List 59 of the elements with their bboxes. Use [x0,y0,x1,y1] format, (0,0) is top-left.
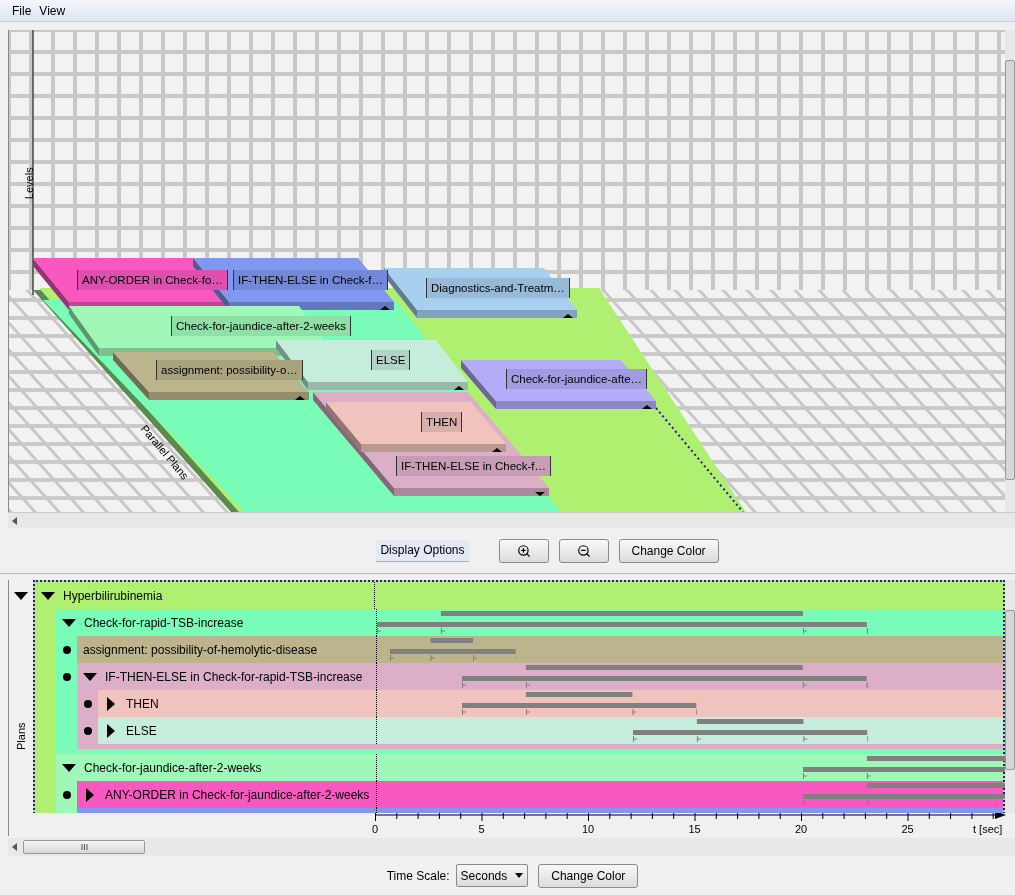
tick-label: 15 [688,822,701,837]
scrollbar-thumb[interactable] [23,840,145,854]
plan-name[interactable]: Hyperbilirubinemia [63,586,163,605]
horizontal-scrollbar[interactable] [8,838,1015,856]
left-arrow-icon[interactable] [12,516,17,525]
dropdown-caret-icon [515,873,524,878]
plan-name[interactable]: Check-for-jaundice-after-2-weeks [84,758,262,777]
plan-label[interactable]: IF-THEN-ELSE in Check-f… [233,270,389,290]
bullet-icon [83,727,92,735]
plan-name[interactable]: ANY-ORDER in Check-for-jaundice-after-2-weeks [105,785,370,804]
tick-label: 5 [478,822,485,837]
expand-triangle-icon[interactable] [107,723,115,738]
collapse-triangle-icon[interactable] [83,672,97,681]
vertical-scrollbar[interactable] [1005,580,1015,813]
zoom-out-icon [576,543,591,558]
change-color-button[interactable]: Change Color [538,863,639,888]
plan-label[interactable]: Diagnostics-and-Treatm… [426,278,570,298]
bullet-icon [62,791,71,799]
grip-icon [80,844,88,850]
display-options-button[interactable]: Display Options [376,539,469,562]
tick-label: 0 [371,822,379,837]
left-arrow-icon[interactable] [12,843,17,851]
plan-label[interactable]: IF-THEN-ELSE in Check-f… [396,456,552,476]
collapse-triangle-icon[interactable] [41,591,55,600]
plan-name[interactable]: Check-for-rapid-TSB-increase [84,613,244,632]
plan-label[interactable]: Check-for-jaundice-afte… [506,369,648,389]
zoom-out-button[interactable] [558,538,609,563]
change-color-button[interactable]: Change Color [618,538,719,563]
menu-item[interactable]: View [39,1,66,20]
plan-label[interactable]: ELSE [371,350,411,370]
axis-label: Levels [21,167,36,200]
plan-label[interactable]: ANY-ORDER in Check-fo… [77,270,228,290]
plan-name[interactable]: THEN [126,694,159,713]
time-scale-dropdown[interactable]: Seconds [455,864,529,887]
bullet-icon [62,673,71,681]
tick-label: 10 [581,822,595,837]
zoom-in-button[interactable] [498,538,549,563]
plan-name[interactable]: assignment: possibility-of-hemolytic-disease [83,640,318,659]
plan-label[interactable]: THEN [421,412,463,432]
vertical-scrollbar[interactable] [1005,30,1015,512]
axis-unit: t [sec] [973,822,1003,837]
menu-item[interactable]: File [12,1,32,20]
axis-label: Plans [13,722,28,750]
tick-label: 20 [794,822,808,837]
zoom-in-icon [516,543,531,558]
plan-name[interactable]: IF-THEN-ELSE in Check-for-rapid-TSB-increase [105,667,363,686]
collapse-triangle-icon[interactable] [62,618,76,627]
plan-label[interactable]: Check-for-jaundice-after-2-weeks [171,316,351,336]
plan-label[interactable]: assignment: possibility-o… [156,360,303,380]
collapse-triangle-icon[interactable] [62,763,76,772]
bullet-icon [83,700,92,708]
tick-label: 25 [901,822,914,837]
bullet-icon [62,646,71,654]
plan-name[interactable]: ELSE [126,721,157,740]
time-scale-label: Time Scale: [386,867,450,885]
expand-triangle-icon[interactable] [86,787,94,802]
horizontal-scrollbar[interactable] [8,512,1015,528]
collapse-triangle-icon[interactable] [14,592,28,600]
expand-triangle-icon[interactable] [107,696,115,711]
